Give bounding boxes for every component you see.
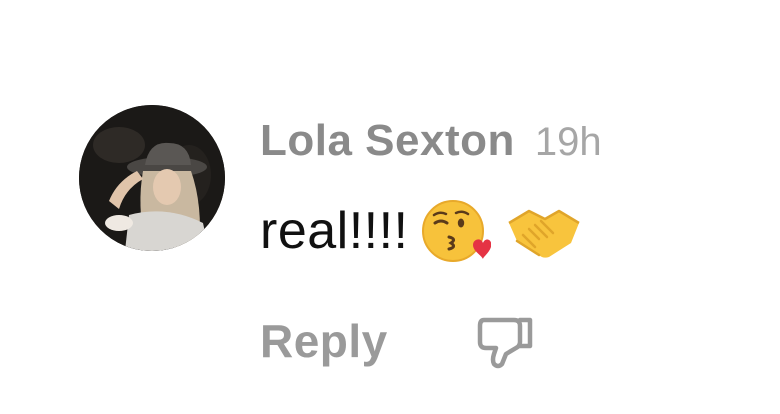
dislike-button[interactable] (476, 312, 534, 370)
thumbs-down-icon (477, 317, 533, 369)
comment-header: Lola Sexton 19h (260, 116, 602, 172)
timestamp: 19h (534, 120, 602, 164)
handshake-emoji (505, 201, 583, 261)
avatar-photo (79, 105, 225, 251)
comment-text: real!!!! (260, 202, 409, 260)
reply-button[interactable]: Reply (260, 314, 388, 368)
author-name[interactable]: Lola Sexton (260, 116, 515, 166)
comment-actions: Reply (260, 306, 534, 376)
comment-body: real!!!! (260, 196, 583, 266)
comment-item: Lola Sexton 19h real!!!! Reply (0, 0, 780, 414)
kissing-face-with-heart-emoji (419, 195, 491, 267)
avatar[interactable] (79, 105, 225, 251)
